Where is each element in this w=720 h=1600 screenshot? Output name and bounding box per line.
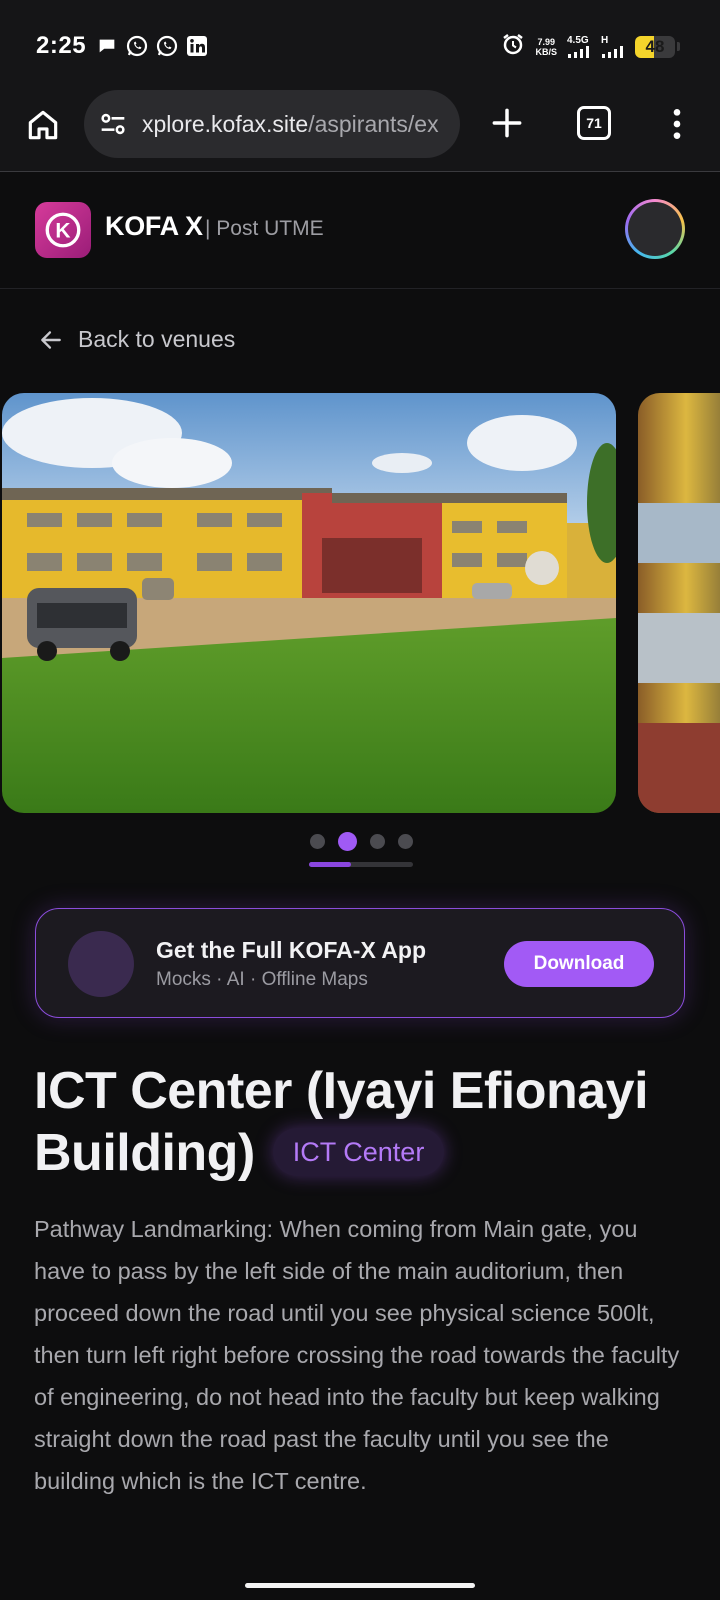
carousel-slide-active[interactable] [2,393,616,813]
avatar[interactable] [625,199,685,259]
brand-subtitle: | Post UTME [205,217,324,240]
venue-description: Pathway Landmarking: When coming from Ma… [34,1216,680,1494]
carousel-progress-fill [309,862,351,867]
status-time: 2:25 [36,32,87,59]
signal-4g-icon: 4.5G [567,35,591,58]
browser-toolbar: xplore.kofax.site/aspirants/ex 71 [0,90,720,172]
category-badge[interactable]: ICT Center [272,1128,445,1177]
data-speed: 7.99 KB/S [535,36,557,57]
home-icon[interactable] [24,106,62,144]
chat-bubble-icon [95,34,119,58]
arrow-left-icon [38,327,64,353]
ict-building-photo [2,393,616,813]
carousel-dots [310,832,413,851]
notification-icons [95,34,209,58]
whatsapp-icon [155,34,179,58]
carousel-dot-active[interactable] [338,832,357,851]
app-icon [68,931,134,997]
site-header: K KOFA X | Post UTME [0,173,720,289]
new-tab-icon[interactable] [488,104,526,142]
signal-h-icon: H [601,35,625,58]
address-bar[interactable]: xplore.kofax.site/aspirants/ex [84,90,460,158]
gesture-bar[interactable] [245,1583,475,1588]
battery-indicator: 48 [635,35,675,58]
logo-mark-icon: K [45,212,81,248]
app-promo-card: Get the Full KOFA-X App Mocks · AI · Off… [35,908,685,1018]
url-text: xplore.kofax.site/aspirants/ex [142,110,439,137]
more-menu-icon[interactable] [662,104,692,144]
back-to-venues-link[interactable]: Back to venues [38,326,235,353]
download-button[interactable]: Download [504,941,654,987]
carousel-slide-next[interactable] [638,393,720,813]
whatsapp-icon [125,34,149,58]
tab-switcher-button[interactable]: 71 [577,106,611,140]
promo-title: Get the Full KOFA-X App [156,937,427,963]
venue-image-carousel[interactable] [0,393,720,813]
site-settings-icon[interactable] [96,107,130,141]
venue-title-block: ICT Center (Iyayi Efionayi Building) ICT … [34,1060,684,1184]
carousel-dot[interactable] [398,834,413,849]
back-link-label: Back to venues [78,326,236,352]
kofa-logo[interactable]: K [35,202,91,258]
next-slide-photo [638,393,720,813]
brand-name[interactable]: KOFA X [105,211,203,242]
promo-subtitle: Mocks · AI · Offline Maps [156,969,368,990]
alarm-icon [501,32,525,61]
status-bar: 2:25 7.99 KB/S 4.5G H 48 [0,0,720,90]
battery-tip [677,42,680,51]
carousel-dot[interactable] [370,834,385,849]
carousel-progress [309,862,413,867]
linkedin-icon [185,34,209,58]
svg-text:K: K [55,219,70,242]
carousel-dot[interactable] [310,834,325,849]
status-right: 7.99 KB/S 4.5G H 48 [501,32,680,61]
